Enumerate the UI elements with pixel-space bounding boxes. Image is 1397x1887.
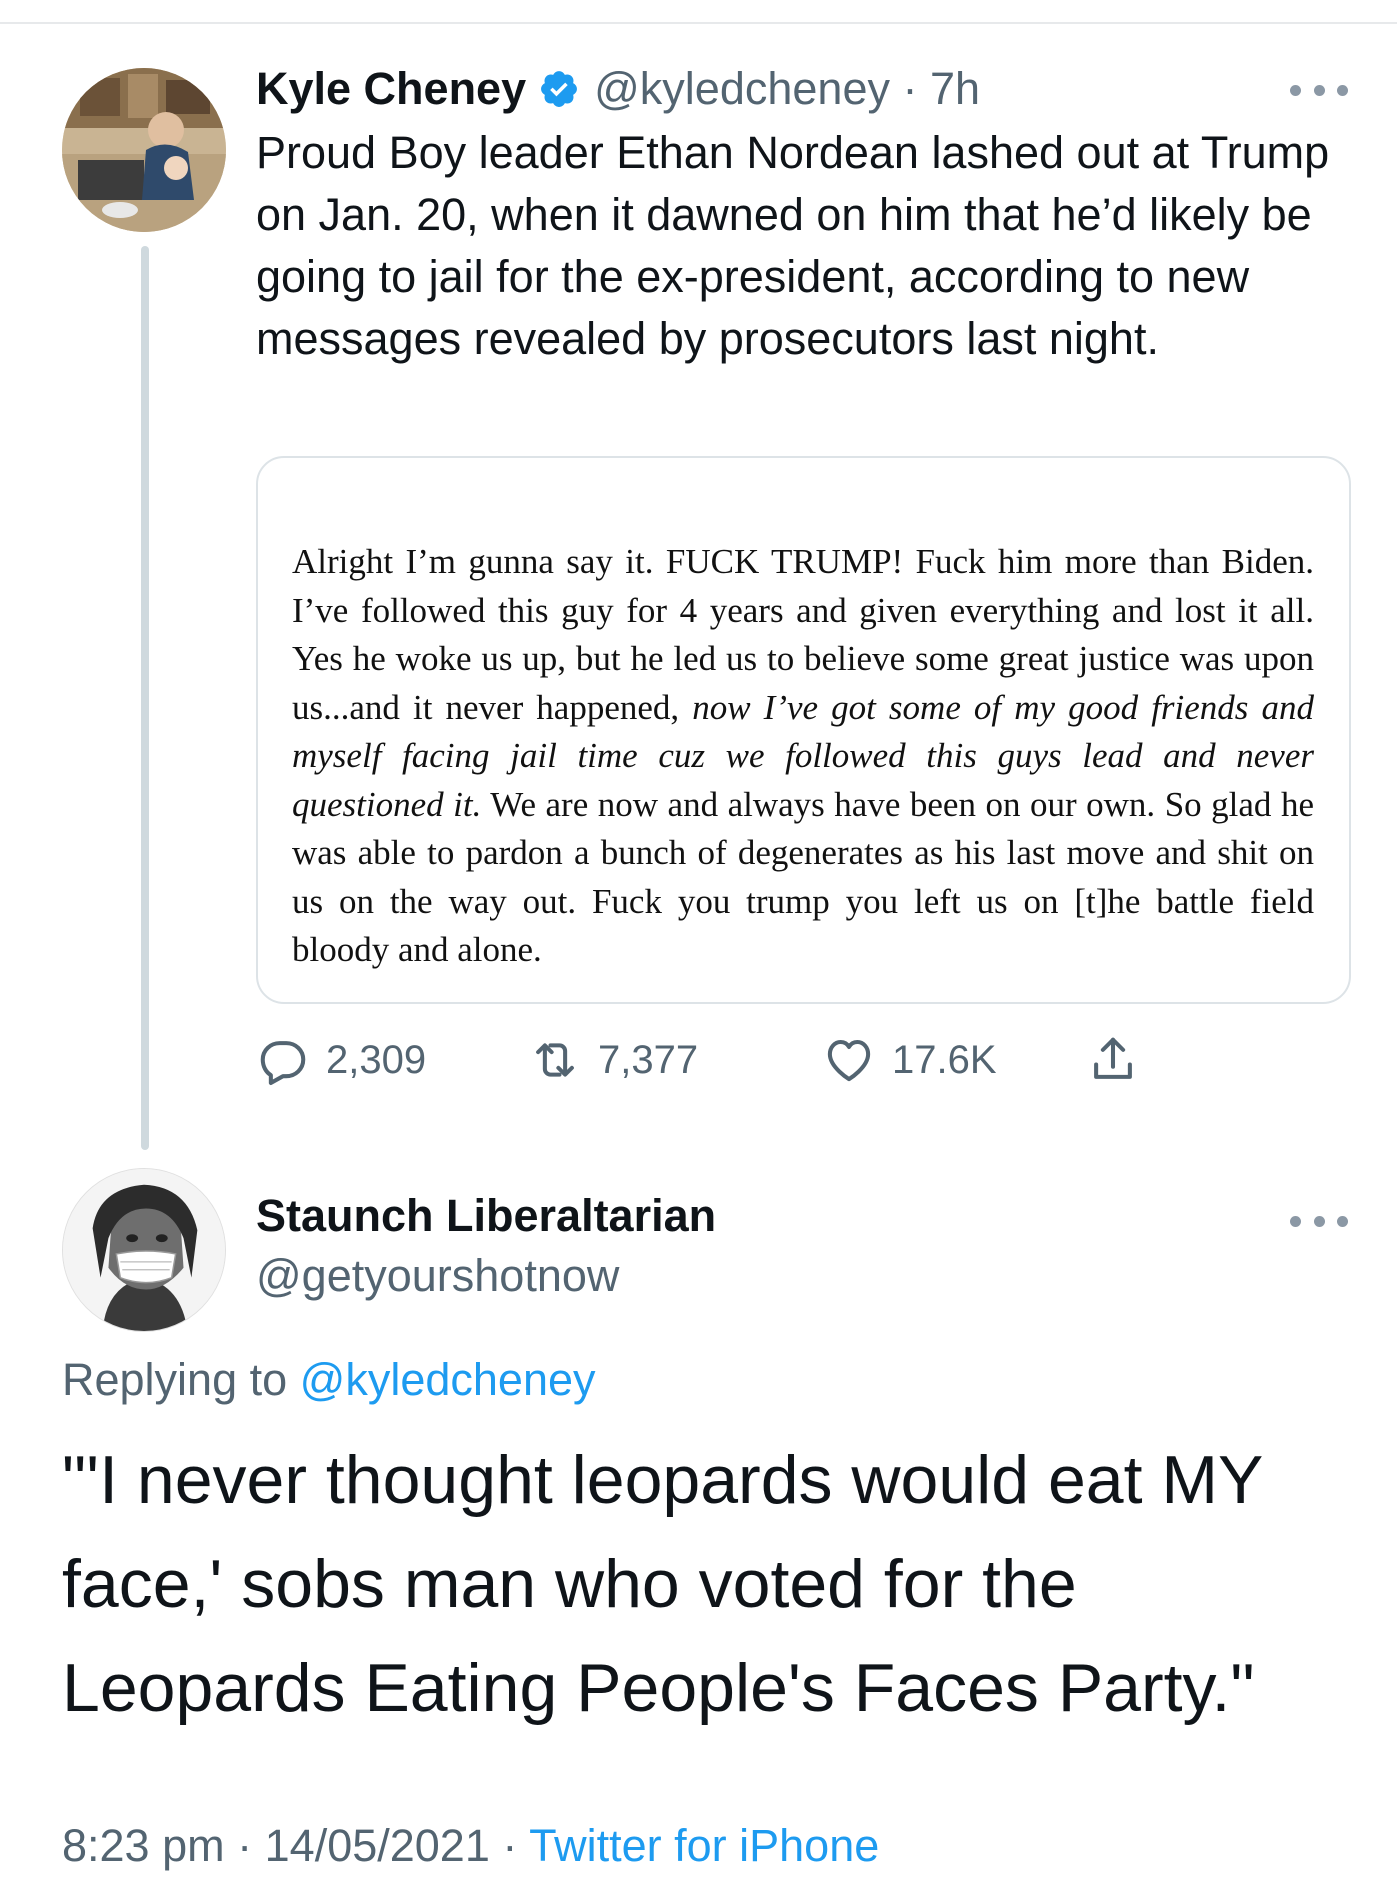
attached-image-text: Alright I’m gunna say it. FUCK TRUMP! Fu… (292, 538, 1314, 975)
share-button[interactable] (1086, 1030, 1140, 1090)
reply-button[interactable]: 2,309 (256, 1030, 426, 1090)
like-icon (822, 1033, 876, 1087)
reply-author-avatar[interactable] (62, 1168, 226, 1332)
verified-badge-icon (538, 68, 580, 110)
more-options-icon[interactable] (1290, 1211, 1348, 1231)
replying-to-line: Replying to @kyledcheney (62, 1354, 596, 1406)
author-avatar-image (62, 68, 226, 232)
reply-author-avatar-image (63, 1169, 225, 1331)
retweet-count: 7,377 (598, 1037, 699, 1082)
meta-separator: · (502, 1820, 518, 1871)
retweet-button[interactable]: 7,377 (528, 1030, 698, 1090)
header-separator: · (902, 63, 918, 114)
like-count: 17.6K (892, 1037, 997, 1082)
like-button[interactable]: 17.6K (822, 1030, 997, 1090)
attached-image-card[interactable]: Alright I’m gunna say it. FUCK TRUMP! Fu… (256, 456, 1351, 1004)
top-divider (0, 22, 1397, 24)
replying-to-mention[interactable]: @kyledcheney (300, 1354, 596, 1405)
reply-author-name[interactable]: Staunch Liberaltarian (256, 1190, 716, 1242)
tweet-text: Proud Boy leader Ethan Nordean lashed ou… (256, 127, 1330, 364)
tweet-action-bar: 2,309 7,377 17.6K (256, 1030, 1206, 1090)
share-icon (1086, 1033, 1140, 1087)
reply-icon (256, 1033, 310, 1087)
tweet-header: Kyle Cheney @kyledcheney · 7h (256, 62, 980, 116)
more-options-icon[interactable] (1290, 80, 1348, 100)
meta-separator: · (237, 1820, 253, 1871)
reply-metadata: 8:23 pm · 14/05/2021 · Twitter for iPhon… (62, 1820, 879, 1872)
reply-source[interactable]: Twitter for iPhone (529, 1820, 879, 1871)
author-name[interactable]: Kyle Cheney (256, 63, 526, 115)
reply-count: 2,309 (326, 1037, 427, 1082)
reply-date[interactable]: 14/05/2021 (265, 1820, 490, 1871)
retweet-icon (528, 1033, 582, 1087)
thread-connector-line (141, 246, 149, 1150)
tweet-timestamp[interactable]: 7h (930, 63, 980, 115)
author-avatar[interactable] (62, 68, 226, 232)
reply-text: "'I never thought leopards would eat MY … (62, 1442, 1263, 1726)
reply-author-handle[interactable]: @getyourshotnow (256, 1250, 619, 1302)
reply-time[interactable]: 8:23 pm (62, 1820, 225, 1871)
replying-to-label: Replying to (62, 1354, 288, 1405)
author-handle[interactable]: @kyledcheney (594, 63, 890, 115)
